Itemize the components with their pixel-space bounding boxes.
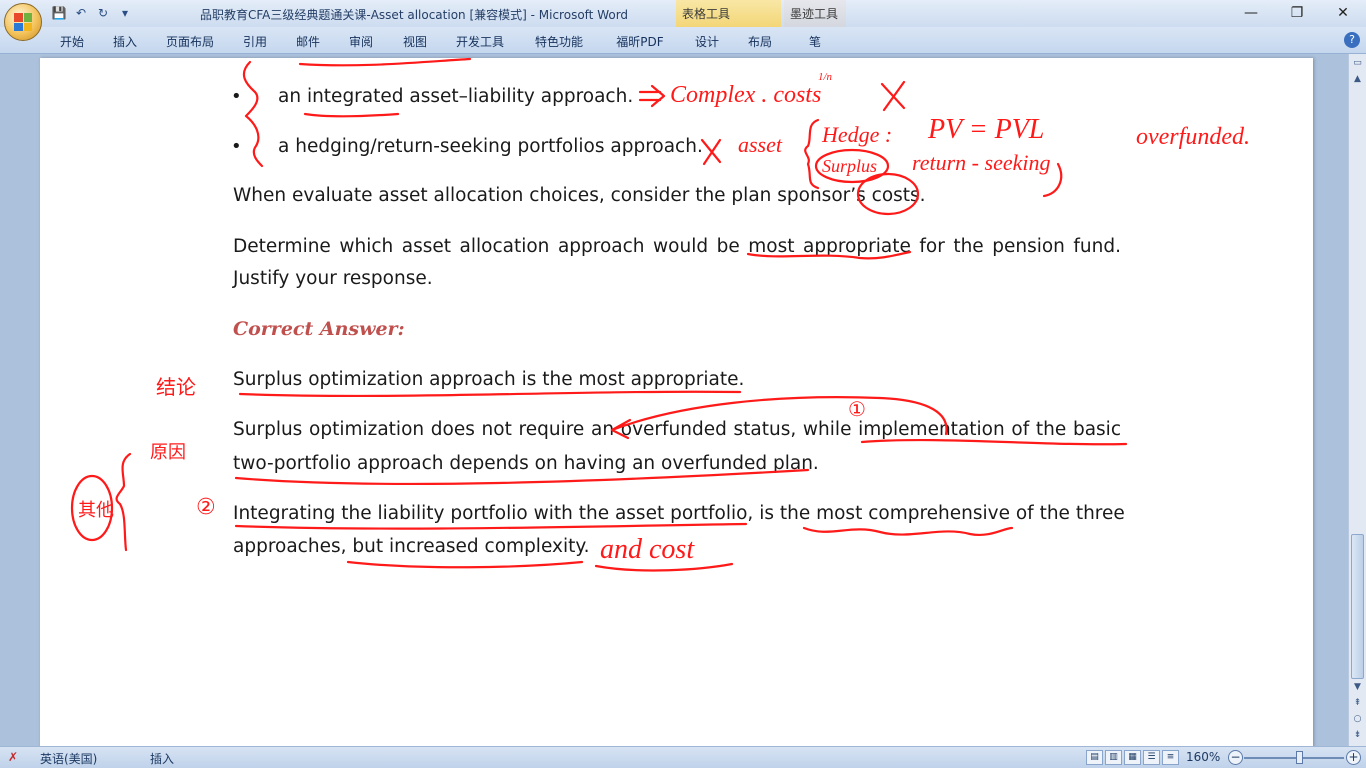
answer-conclusion: Surplus optimization approach is the mos… [233, 369, 745, 390]
document-workarea: • an integrated asset–liability approach… [0, 54, 1348, 746]
document-page[interactable] [40, 58, 1313, 746]
redo-icon[interactable]: ↻ [94, 4, 112, 22]
tab-layout[interactable]: 布局 [734, 27, 786, 54]
window-title: 品职教育CFA三级经典题通关课-Asset allocation [兼容模式] … [200, 8, 629, 22]
correct-answer-heading: Correct Answer: [233, 318, 405, 340]
office-button[interactable] [4, 3, 42, 41]
zoom-slider-knob[interactable] [1296, 751, 1303, 764]
browse-object-icon[interactable]: ○ [1351, 712, 1364, 726]
ribbon-tabs: 开始 插入 页面布局 引用 邮件 审阅 视图 开发工具 特色功能 福昕PDF 设… [0, 27, 1366, 54]
question-line-1: Determine which asset allocation approac… [233, 236, 1121, 257]
customize-qat-icon[interactable]: ▾ [116, 4, 134, 22]
office-logo-icon [14, 13, 32, 31]
tab-view[interactable]: 视图 [388, 27, 442, 54]
answer-reason-line-2: two-portfolio approach depends on having… [233, 453, 819, 474]
context-tab-table-tools[interactable]: 表格工具 [676, 0, 781, 27]
status-bar: ✗ 英语(美国) 插入 ▤ ▥ ▦ ☰ ≡ 160% − + [0, 746, 1366, 768]
language-indicator[interactable]: 英语(美国) [40, 750, 97, 767]
answer-integrated-line-1: Integrating the liability portfolio with… [233, 503, 1125, 524]
tab-insert[interactable]: 插入 [98, 27, 152, 54]
quick-access-toolbar: 💾 ↶ ↻ ▾ [50, 4, 134, 22]
zoom-out-icon[interactable]: − [1228, 750, 1243, 765]
title-bar: 💾 ↶ ↻ ▾ 品职教育CFA三级经典题通关课-Asset allocation… [0, 0, 1366, 27]
tab-home[interactable]: 开始 [46, 27, 98, 54]
vertical-scrollbar[interactable]: ▭ ▲ ▼ ⇞ ○ ⇟ [1348, 54, 1366, 746]
minimize-button[interactable]: — [1228, 0, 1274, 26]
draft-view-icon[interactable]: ≡ [1162, 750, 1179, 765]
bullet-marker: • [231, 136, 242, 157]
tab-references[interactable]: 引用 [228, 27, 282, 54]
zoom-in-icon[interactable]: + [1346, 750, 1361, 765]
tab-review[interactable]: 审阅 [334, 27, 388, 54]
previous-page-icon[interactable]: ⇞ [1351, 696, 1364, 710]
tab-developer[interactable]: 开发工具 [442, 27, 518, 54]
tab-design[interactable]: 设计 [680, 27, 734, 54]
bullet-hedging: a hedging/return-seeking portfolios appr… [278, 136, 703, 157]
outline-view-icon[interactable]: ☰ [1143, 750, 1160, 765]
answer-integrated-line-2: approaches, but increased complexity. [233, 536, 590, 557]
answer-reason-line-1: Surplus optimization does not require an… [233, 419, 1121, 440]
scroll-thumb[interactable] [1351, 534, 1364, 679]
close-button[interactable]: ✕ [1320, 0, 1366, 26]
context-tab-ink-tools[interactable]: 墨迹工具 [784, 0, 846, 27]
tab-page-layout[interactable]: 页面布局 [152, 27, 228, 54]
save-icon[interactable]: 💾 [50, 4, 68, 22]
paragraph-costs: When evaluate asset allocation choices, … [233, 185, 926, 206]
bullet-integrated: an integrated asset–liability approach. [278, 86, 634, 107]
web-layout-icon[interactable]: ▦ [1124, 750, 1141, 765]
maximize-button[interactable]: ❐ [1274, 0, 1320, 26]
scroll-down-icon[interactable]: ▼ [1351, 680, 1364, 694]
bullet-marker: • [231, 86, 242, 107]
print-layout-view-icon[interactable]: ▤ [1086, 750, 1103, 765]
help-icon[interactable]: ? [1344, 32, 1360, 48]
tab-special-features[interactable]: 特色功能 [518, 27, 600, 54]
question-line-2: Justify your response. [233, 268, 433, 289]
undo-icon[interactable]: ↶ [72, 4, 90, 22]
zoom-level[interactable]: 160% [1186, 750, 1220, 764]
full-screen-reading-icon[interactable]: ▥ [1105, 750, 1122, 765]
scroll-up-icon[interactable]: ▲ [1351, 72, 1364, 86]
tab-mailings[interactable]: 邮件 [282, 27, 334, 54]
tab-foxit-pdf[interactable]: 福昕PDF [600, 27, 680, 54]
insert-mode-indicator[interactable]: 插入 [150, 750, 174, 767]
next-page-icon[interactable]: ⇟ [1351, 728, 1364, 742]
tab-pen[interactable]: 笔 [786, 27, 844, 54]
ruler-toggle-icon[interactable]: ▭ [1351, 56, 1364, 70]
zoom-slider-track[interactable] [1244, 757, 1344, 759]
view-buttons: ▤ ▥ ▦ ☰ ≡ [1086, 750, 1179, 765]
proofing-icon[interactable]: ✗ [8, 750, 18, 764]
